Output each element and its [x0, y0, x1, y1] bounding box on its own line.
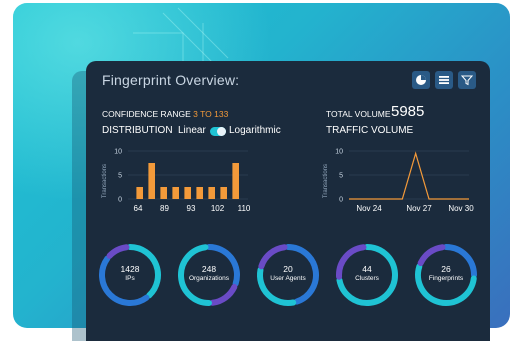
- traffic-series-line: [349, 151, 469, 200]
- bar-chart-xtick-label: 89: [160, 204, 169, 213]
- stat-count: 20: [283, 264, 293, 274]
- traffic-volume-label: TRAFFIC VOLUME: [326, 125, 414, 136]
- line-chart-ytick-label: 0: [339, 197, 343, 204]
- stat-count: 26: [441, 264, 451, 274]
- confidence-range-label: CONFIDENCE RANGE: [102, 109, 191, 119]
- bar[interactable]: [196, 187, 203, 199]
- stat-donut[interactable]: 20 User Agents: [254, 241, 322, 309]
- bar[interactable]: [172, 187, 179, 199]
- linear-option[interactable]: Linear: [178, 125, 206, 136]
- bar[interactable]: [208, 187, 215, 199]
- line-chart-xtick-label: Nov 30: [448, 204, 474, 213]
- list-icon: [439, 76, 449, 84]
- stat-donut[interactable]: 26 Fingerprints: [412, 241, 480, 309]
- stat-donut[interactable]: 248 Organizations: [175, 241, 243, 309]
- stat-donut[interactable]: 44 Clusters: [333, 241, 401, 309]
- bar-chart-xtick-label: 93: [187, 204, 196, 213]
- bar-chart-xtick-label: 102: [211, 204, 225, 213]
- donut-segment: [106, 244, 130, 259]
- bar-chart-ylabel: Transactions: [102, 164, 108, 198]
- list-view-button[interactable]: [435, 71, 453, 89]
- donut-segment: [417, 244, 446, 267]
- bar[interactable]: [148, 163, 155, 199]
- bar-chart-xtick-label: 110: [238, 204, 251, 213]
- bar-chart-xtick-label: 64: [134, 204, 143, 213]
- bar[interactable]: [136, 187, 143, 199]
- bar-chart-ytick-label: 10: [114, 149, 122, 156]
- distribution-bar-chart: Transactions 10 5 0 64 89 93 102 110: [102, 149, 251, 214]
- filter-button[interactable]: [458, 71, 476, 89]
- filter-icon: [461, 75, 473, 86]
- stat-label: Fingerprints: [428, 275, 464, 282]
- line-chart-ylabel: Transactions: [323, 164, 329, 198]
- logarithmic-option[interactable]: Logarithmic: [229, 125, 281, 136]
- line-chart-ytick-label: 10: [335, 149, 343, 156]
- stat-count: 44: [362, 264, 372, 274]
- bar[interactable]: [184, 187, 191, 199]
- stat-donut[interactable]: 1428 IPs: [96, 241, 164, 309]
- page-title: Fingerprint Overview:: [102, 72, 240, 88]
- stat-count: 1428: [120, 264, 140, 274]
- bar-chart-ytick-label: 5: [118, 173, 122, 180]
- scale-toggle[interactable]: [210, 127, 226, 136]
- stat-count: 248: [201, 264, 217, 274]
- distribution-label: DISTRIBUTION: [102, 125, 173, 136]
- stat-label: IPs: [125, 275, 135, 282]
- stat-label: Clusters: [355, 275, 379, 282]
- confidence-range-value: 3 TO 133: [193, 109, 229, 119]
- line-chart-xtick-label: Nov 27: [406, 204, 432, 213]
- bar-chart-ytick-label: 0: [118, 197, 122, 204]
- stats-row: 1428 IPs 248 Organizations 20 User Agents 44 Cl…: [86, 241, 490, 311]
- total-volume-label: TOTAL VOLUME: [326, 109, 391, 119]
- total-volume-value: 5985: [391, 103, 425, 120]
- line-chart-ytick-label: 5: [339, 173, 343, 180]
- bar[interactable]: [160, 187, 167, 199]
- traffic-line-chart: Transactions 10 5 0 Nov 24 Nov 27 Nov 30: [323, 149, 474, 214]
- bar[interactable]: [232, 163, 239, 199]
- stat-label: Organizations: [188, 275, 230, 282]
- line-chart-xtick-label: Nov 24: [356, 204, 382, 213]
- donut-segment: [209, 283, 238, 306]
- bar[interactable]: [220, 187, 227, 199]
- fingerprint-overview-panel: Fingerprint Overview: CONFIDENCE RANGE 3…: [86, 61, 490, 341]
- stat-label: User Agents: [270, 275, 306, 282]
- pie-chart-icon: [416, 75, 426, 85]
- pie-chart-button[interactable]: [412, 71, 430, 89]
